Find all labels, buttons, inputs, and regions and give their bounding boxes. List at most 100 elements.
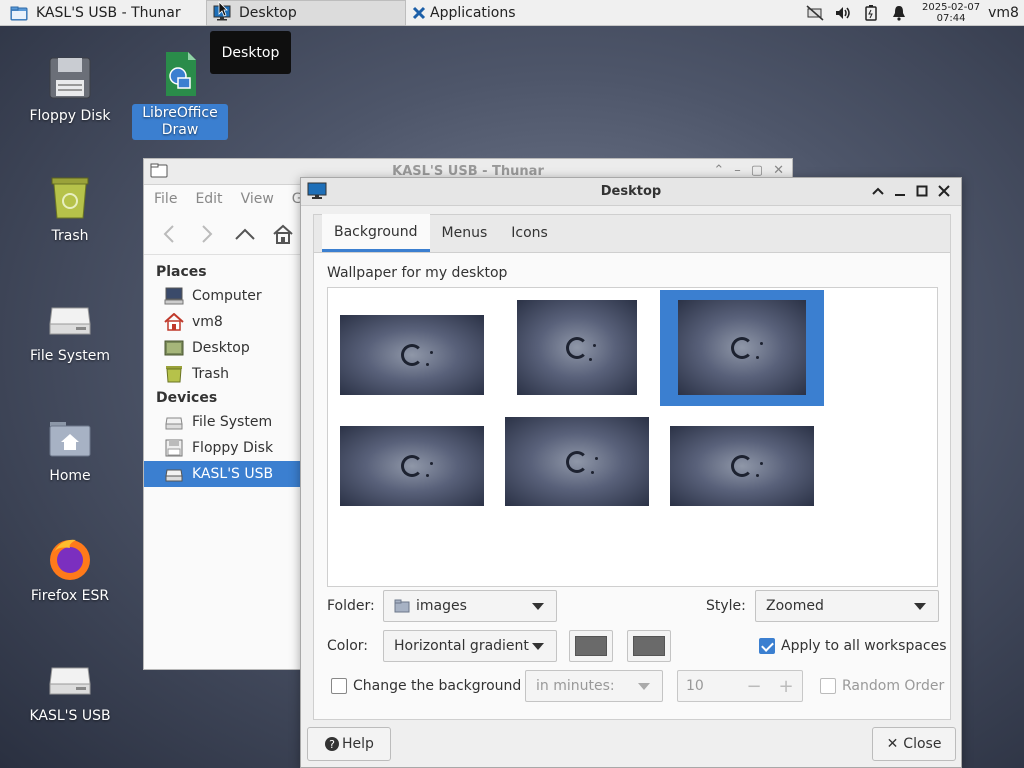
tab-icons[interactable]: Icons bbox=[499, 214, 560, 252]
desktop-settings-dialog: Desktop Background Menus Icons Wallpaper… bbox=[300, 177, 962, 768]
floppy-disk-icon bbox=[164, 439, 184, 457]
interval-unit-combo[interactable]: in minutes: bbox=[525, 670, 663, 702]
color-style-combo[interactable]: Horizontal gradient bbox=[383, 630, 557, 662]
applications-label: Applications bbox=[430, 5, 516, 21]
color2-button[interactable] bbox=[627, 630, 671, 662]
minimize-button[interactable] bbox=[891, 182, 909, 200]
maximize-icon[interactable]: ▢ bbox=[751, 163, 763, 178]
clock-time: 07:44 bbox=[936, 13, 966, 24]
shade-button[interactable] bbox=[869, 182, 887, 200]
desktop-icon bbox=[164, 339, 184, 357]
desktop-icon-label: LibreOffice Draw bbox=[132, 104, 228, 140]
clock[interactable]: 2025-02-07 07:44 bbox=[922, 2, 980, 24]
folder-icon bbox=[10, 5, 28, 21]
style-value: Zoomed bbox=[766, 598, 824, 614]
network-icon[interactable] bbox=[806, 4, 824, 22]
sidebar-item-computer[interactable]: Computer bbox=[144, 283, 300, 309]
back-arrow-icon[interactable] bbox=[158, 223, 180, 245]
user-name[interactable]: vm8 bbox=[988, 5, 1019, 21]
chevron-down-icon bbox=[532, 603, 544, 610]
style-combo[interactable]: Zoomed bbox=[755, 590, 939, 622]
task-desktop[interactable]: Desktop bbox=[206, 0, 406, 26]
change-background-checkbox[interactable]: Change the background bbox=[331, 678, 521, 694]
chevron-down-icon bbox=[638, 683, 650, 690]
hard-drive-icon bbox=[46, 294, 94, 342]
style-label: Style: bbox=[706, 598, 746, 614]
dialog-title: Desktop bbox=[600, 184, 662, 199]
sidebar-item-label: Trash bbox=[192, 366, 229, 382]
up-arrow-icon[interactable] bbox=[234, 223, 256, 245]
desktop-icon-label: Firefox ESR bbox=[30, 588, 110, 604]
checkbox-unchecked-icon bbox=[331, 678, 347, 694]
color1-button[interactable] bbox=[569, 630, 613, 662]
dialog-titlebar[interactable]: Desktop bbox=[301, 178, 961, 206]
applications-menu[interactable]: Applications bbox=[408, 0, 588, 26]
close-icon: ✕ bbox=[886, 736, 899, 752]
wallpaper-thumbnail[interactable] bbox=[505, 417, 649, 506]
desktop-icon-trash[interactable]: Trash bbox=[22, 174, 118, 245]
battery-icon[interactable] bbox=[862, 4, 880, 22]
sidebar-item-kasls-usb[interactable]: KASL'S USB bbox=[144, 461, 300, 487]
tab-background[interactable]: Background bbox=[322, 214, 430, 252]
home-icon bbox=[164, 312, 184, 331]
home-icon[interactable] bbox=[272, 223, 294, 245]
sidebar-item-floppy-disk[interactable]: Floppy Disk bbox=[144, 435, 300, 461]
interval-spinbutton[interactable]: 10 − + bbox=[677, 670, 803, 702]
apply-all-checkbox[interactable]: Apply to all workspaces bbox=[759, 638, 947, 654]
devices-header: Devices bbox=[156, 390, 218, 406]
maximize-button[interactable] bbox=[913, 182, 931, 200]
close-icon[interactable]: ✕ bbox=[773, 163, 784, 178]
plus-icon[interactable]: + bbox=[770, 676, 802, 697]
random-order-checkbox[interactable]: Random Order bbox=[820, 678, 944, 694]
menu-file[interactable]: File bbox=[154, 191, 177, 207]
tab-menus[interactable]: Menus bbox=[430, 214, 500, 252]
chevron-down-icon bbox=[532, 643, 544, 650]
menu-view[interactable]: View bbox=[241, 191, 274, 207]
monitor-icon bbox=[307, 182, 327, 200]
folder-value: images bbox=[416, 598, 467, 614]
shade-icon[interactable]: ⌃ bbox=[713, 163, 724, 178]
desktop-icon-kasls-usb[interactable]: KASL'S USB bbox=[22, 654, 118, 725]
checkbox-unchecked-icon bbox=[820, 678, 836, 694]
usb-drive-icon bbox=[46, 654, 94, 702]
desktop-icon-file-system[interactable]: File System bbox=[22, 294, 118, 365]
desktop-icon-home[interactable]: Home bbox=[22, 414, 118, 485]
random-order-label: Random Order bbox=[842, 678, 945, 694]
desktop-icon-label: Trash bbox=[51, 228, 89, 244]
sidebar-item-desktop[interactable]: Desktop bbox=[144, 335, 300, 361]
close-label: Close bbox=[903, 736, 942, 752]
menu-edit[interactable]: Edit bbox=[195, 191, 222, 207]
clock-date: 2025-02-07 bbox=[922, 2, 981, 13]
desktop-icon-libreoffice-draw[interactable]: LibreOffice Draw bbox=[132, 50, 228, 140]
sidebar-item-label: Floppy Disk bbox=[192, 440, 274, 456]
minimize-icon[interactable]: – bbox=[734, 163, 741, 178]
close-button[interactable] bbox=[935, 182, 953, 200]
minus-icon[interactable]: − bbox=[738, 676, 770, 697]
wallpaper-thumbnail[interactable] bbox=[340, 426, 484, 506]
wallpaper-thumbnail[interactable] bbox=[670, 426, 814, 506]
desktop-icon-floppy[interactable]: Floppy Disk bbox=[22, 54, 118, 125]
checkbox-checked-icon bbox=[759, 638, 775, 654]
task-thunar[interactable]: KASL'S USB - Thunar bbox=[4, 0, 204, 26]
usb-drive-icon bbox=[164, 465, 184, 483]
thunar-sidebar: Places Computer vm8 Desktop Trash Device… bbox=[144, 255, 300, 487]
settings-notebook: Background Menus Icons Wallpaper for my … bbox=[313, 214, 951, 720]
wallpaper-thumbnail-selected[interactable] bbox=[678, 300, 806, 395]
wallpaper-grid bbox=[327, 287, 938, 587]
computer-icon bbox=[164, 287, 184, 305]
trash-icon bbox=[164, 365, 184, 383]
folder-label: Folder: bbox=[327, 598, 375, 614]
sidebar-item-vm8[interactable]: vm8 bbox=[144, 309, 300, 335]
desktop-icon-firefox[interactable]: Firefox ESR bbox=[22, 534, 118, 605]
wallpaper-thumbnail[interactable] bbox=[517, 300, 637, 395]
wallpaper-thumbnail[interactable] bbox=[340, 315, 484, 395]
sidebar-item-trash[interactable]: Trash bbox=[144, 361, 300, 387]
notification-bell-icon[interactable] bbox=[890, 4, 908, 22]
volume-icon[interactable] bbox=[834, 4, 852, 22]
forward-arrow-icon[interactable] bbox=[196, 223, 218, 245]
folder-combo[interactable]: images bbox=[383, 590, 557, 622]
sidebar-item-file-system[interactable]: File System bbox=[144, 409, 300, 435]
help-button[interactable]: ? Help bbox=[307, 727, 391, 761]
color-label: Color: bbox=[327, 638, 369, 654]
close-dialog-button[interactable]: ✕ Close bbox=[872, 727, 956, 761]
